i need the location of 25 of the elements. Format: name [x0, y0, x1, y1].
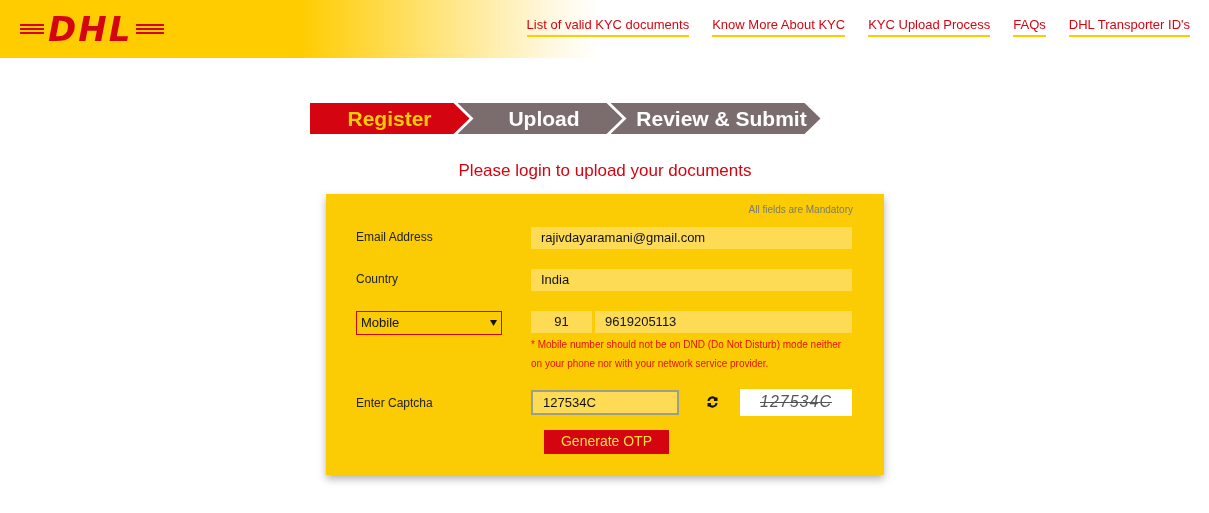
mobile-number-field[interactable]: 9619205113 [595, 310, 852, 333]
dropdown-icon [490, 319, 497, 326]
step-tab[interactable]: Register [309, 103, 470, 134]
field-label: Enter Captcha [356, 394, 434, 412]
phone-type-select[interactable]: Mobile [356, 310, 502, 335]
refresh-icon[interactable] [706, 396, 719, 408]
mandatory-note: All fields are Mandatory [748, 202, 853, 217]
step-tab[interactable]: Upload [457, 103, 623, 134]
nav-link[interactable]: Know More About KYC [712, 15, 846, 37]
dhl-logo: DHL [20, 12, 200, 46]
page-heading: Please login to upload your documents [457, 160, 753, 182]
country-code-field[interactable]: 91 [531, 310, 592, 333]
dnd-warning: * Mobile number should not be on DND (Do Not Disturb) mode neither on your phone nor with your network service provider. [531, 337, 843, 371]
step-tab[interactable]: Review & Submit [610, 103, 821, 134]
field-label: Country [356, 270, 400, 288]
nav-link[interactable]: FAQs [1013, 15, 1046, 37]
generate-otp-button[interactable]: Generate OTP [544, 429, 669, 454]
captcha-image: 127534C [740, 388, 852, 416]
field-label: Email Address [356, 228, 434, 246]
email-field[interactable]: rajivdayaramani@gmail.com [531, 226, 852, 249]
country-field[interactable]: India [531, 268, 852, 291]
nav-link[interactable]: List of valid KYC documents [526, 15, 690, 37]
nav-link[interactable]: DHL Transporter ID's [1068, 15, 1190, 37]
captcha-field[interactable]: 127534C [531, 389, 679, 415]
nav-link[interactable]: KYC Upload Process [868, 15, 991, 37]
